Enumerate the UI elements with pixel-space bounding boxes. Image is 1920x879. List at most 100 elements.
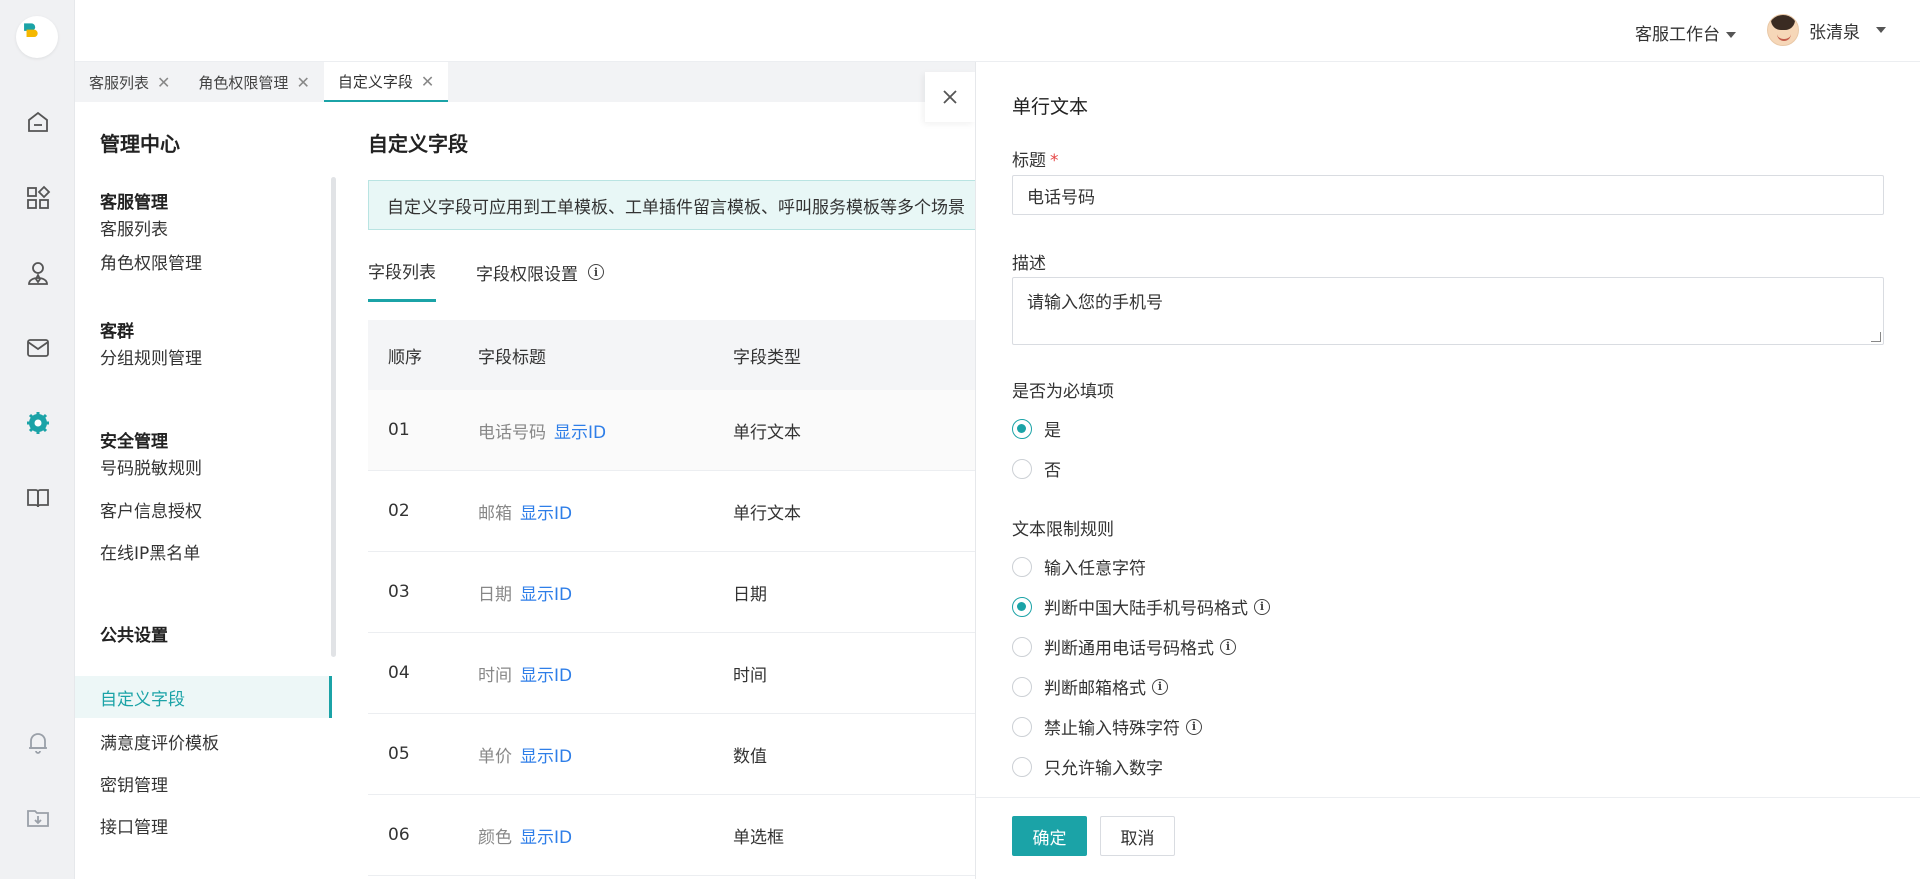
book-icon[interactable] [24, 484, 52, 512]
row-title: 邮箱 [478, 503, 512, 524]
row-order: 04 [388, 663, 410, 683]
customer-icon[interactable] [24, 259, 52, 287]
show-id-link[interactable]: 显示ID [520, 504, 572, 524]
page-tabs: 客服列表 ✕ 角色权限管理 ✕ 自定义字段 ✕ [75, 62, 975, 102]
user-menu[interactable]: 张清泉 [1767, 14, 1886, 46]
table-header: 顺序 字段标题 字段类型 [368, 320, 975, 390]
info-icon[interactable]: i [1186, 718, 1202, 735]
tab-custom-fields[interactable]: 自定义字段 ✕ [323, 62, 449, 102]
row-title: 电话号码 [478, 422, 546, 443]
table-row[interactable]: 04 时间 显示ID 时间 [368, 633, 975, 714]
resize-handle-icon[interactable] [1871, 332, 1881, 342]
field-title-label: 标题 * [1012, 146, 1059, 171]
radio-label: 判断中国大陆手机号码格式 [1044, 599, 1248, 619]
row-order: 03 [388, 582, 410, 602]
info-icon[interactable]: i [1254, 598, 1270, 615]
menu-item-role-permission[interactable]: 角色权限管理 [75, 240, 332, 282]
radio-label: 否 [1044, 461, 1061, 481]
radio-rule-phone[interactable]: 判断通用电话号码格式 i [1012, 634, 1236, 659]
table-row[interactable]: 02 邮箱 显示ID 单行文本 [368, 471, 975, 552]
settings-gear-icon[interactable] [24, 409, 52, 437]
tab-field-list[interactable]: 字段列表 [368, 258, 436, 302]
field-edit-drawer: 单行文本 标题 * 电话号码 描述 请输入您的手机号 是否为必填项 是 否 文本限… [975, 62, 1920, 879]
menu-item-custom-fields[interactable]: 自定义字段 [75, 676, 332, 718]
show-id-link[interactable]: 显示ID [554, 423, 606, 443]
table-row[interactable]: 06 颜色 显示ID 单选框 [368, 795, 975, 876]
row-title: 颜色 [478, 827, 512, 848]
drawer-close-button[interactable] [925, 72, 975, 122]
menu-scrollbar[interactable] [331, 177, 336, 657]
row-order: 06 [388, 825, 410, 845]
radio-required-no[interactable]: 否 [1012, 456, 1061, 481]
required-mark: * [1050, 151, 1059, 171]
subtab-label: 字段列表 [368, 263, 436, 283]
radio-rule-digits-only[interactable]: 只允许输入数字 [1012, 754, 1163, 779]
radio-unchecked-icon [1012, 636, 1032, 657]
drawer-title: 单行文本 [1012, 96, 1089, 118]
info-icon[interactable]: i [588, 264, 604, 280]
menu-item-customer-auth[interactable]: 客户信息授权 [75, 488, 332, 530]
row-title: 时间 [478, 665, 512, 686]
radio-required-yes[interactable]: 是 [1012, 416, 1061, 441]
menu-item-grouping-rules[interactable]: 分组规则管理 [75, 335, 332, 377]
logo-icon[interactable] [16, 16, 58, 58]
field-title-input[interactable]: 电话号码 [1012, 175, 1884, 215]
menu-item-satisfaction-template[interactable]: 满意度评价模板 [75, 720, 332, 762]
menu-item-masking-rules[interactable]: 号码脱敏规则 [75, 445, 332, 487]
apps-icon[interactable] [24, 184, 52, 212]
radio-checked-icon [1012, 596, 1032, 617]
menu-item-key-management[interactable]: 密钥管理 [75, 762, 332, 804]
row-order: 01 [388, 420, 410, 440]
field-title-label-text: 标题 [1012, 151, 1046, 171]
tab-role-permission[interactable]: 角色权限管理 ✕ [184, 62, 323, 102]
description-text: 请输入您的手机号 [1027, 293, 1163, 313]
chevron-down-icon [1726, 32, 1736, 38]
row-type: 时间 [733, 665, 767, 686]
close-icon[interactable]: ✕ [157, 73, 170, 92]
show-id-link[interactable]: 显示ID [520, 585, 572, 605]
info-icon[interactable]: i [1220, 638, 1236, 655]
table-row[interactable]: 05 单价 显示ID 数值 [368, 714, 975, 795]
radio-rule-email[interactable]: 判断邮箱格式 i [1012, 674, 1168, 699]
top-bar: 客服工作台 张清泉 [75, 0, 1920, 62]
left-menu: 管理中心 客服管理 客服列表 角色权限管理 客群 分组规则管理 安全管理 号码脱… [75, 102, 337, 879]
show-id-link[interactable]: 显示ID [520, 828, 572, 848]
menu-title: 管理中心 [100, 132, 180, 156]
show-id-link[interactable]: 显示ID [520, 666, 572, 686]
icon-rail [0, 0, 75, 879]
close-icon[interactable]: ✕ [296, 73, 309, 92]
menu-item-ip-blacklist[interactable]: 在线IP黑名单 [75, 530, 332, 572]
bell-icon[interactable] [24, 728, 52, 756]
sub-tabs: 字段列表 字段权限设置 i [368, 258, 604, 302]
radio-rule-no-special[interactable]: 禁止输入特殊字符 i [1012, 714, 1202, 739]
radio-unchecked-icon [1012, 556, 1032, 577]
mail-icon[interactable] [24, 334, 52, 362]
menu-group-title: 公共设置 [100, 626, 168, 646]
table-row[interactable]: 03 日期 显示ID 日期 [368, 552, 975, 633]
radio-rule-any[interactable]: 输入任意字符 [1012, 554, 1146, 579]
column-header-order: 顺序 [388, 347, 422, 368]
cancel-button[interactable]: 取消 [1100, 816, 1175, 856]
show-id-link[interactable]: 显示ID [520, 747, 572, 767]
description-label: 描述 [1012, 254, 1046, 274]
radio-label: 输入任意字符 [1044, 559, 1146, 579]
menu-item-api-management[interactable]: 接口管理 [75, 804, 332, 846]
workbench-dropdown[interactable]: 客服工作台 [1635, 20, 1736, 45]
subtab-label: 字段权限设置 [476, 264, 578, 285]
description-textarea[interactable]: 请输入您的手机号 [1012, 277, 1884, 345]
confirm-button[interactable]: 确定 [1012, 816, 1087, 856]
table-row[interactable]: 01 电话号码 显示ID 单行文本 [368, 390, 975, 471]
tab-agent-list[interactable]: 客服列表 ✕ [75, 62, 184, 102]
tab-label: 角色权限管理 [198, 73, 289, 92]
download-icon[interactable] [24, 803, 52, 831]
tab-field-permission[interactable]: 字段权限设置 i [476, 258, 604, 302]
info-icon[interactable]: i [1152, 678, 1168, 695]
radio-rule-mobile[interactable]: 判断中国大陆手机号码格式 i [1012, 594, 1270, 619]
home-icon[interactable] [24, 108, 52, 136]
row-type: 单行文本 [733, 422, 801, 443]
close-icon[interactable]: ✕ [421, 72, 434, 91]
fields-table: 顺序 字段标题 字段类型 01 电话号码 显示ID 单行文本 02 邮箱 显示ID … [368, 320, 975, 876]
row-order: 02 [388, 501, 410, 521]
column-header-type: 字段类型 [733, 347, 801, 368]
main-content: 自定义字段 自定义字段可应用到工单模板、工单插件留言模板、呼叫服务模板等多个场景… [337, 102, 975, 879]
